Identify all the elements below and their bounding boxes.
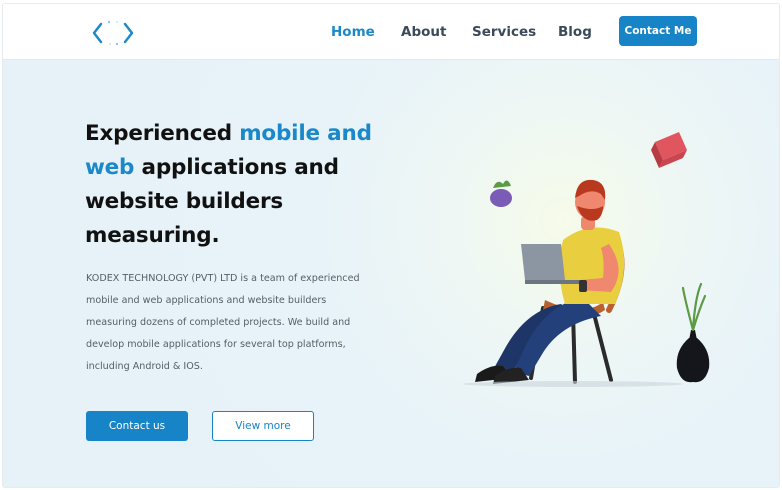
- vase-plant-icon: [676, 282, 710, 383]
- view-more-button[interactable]: View more: [212, 411, 314, 441]
- hero-section: Experienced mobile and web applications …: [3, 60, 779, 487]
- nav-blog[interactable]: Blog: [558, 24, 592, 40]
- contact-us-button[interactable]: Contact us: [86, 411, 188, 441]
- navbar: Home About Services Blog Contact Me: [3, 4, 779, 60]
- plant-pot-icon: [490, 180, 512, 207]
- nav-about[interactable]: About: [401, 24, 446, 40]
- page-frame: Home About Services Blog Contact Me Expe…: [2, 3, 780, 488]
- hero-description: KODEX TECHNOLOGY (PVT) LTD is a team of …: [86, 273, 360, 372]
- floating-cube-icon: [651, 132, 687, 168]
- nav-home[interactable]: Home: [331, 24, 375, 40]
- code-brackets-logo-icon[interactable]: [89, 18, 137, 48]
- developer-illustration: [463, 132, 710, 387]
- headline-text-start: Experienced: [85, 121, 240, 146]
- contact-me-button[interactable]: Contact Me: [619, 16, 697, 46]
- nav-services[interactable]: Services: [472, 24, 536, 40]
- hero-headline: Experienced mobile and web applications …: [85, 117, 385, 253]
- person-figure: [475, 179, 625, 384]
